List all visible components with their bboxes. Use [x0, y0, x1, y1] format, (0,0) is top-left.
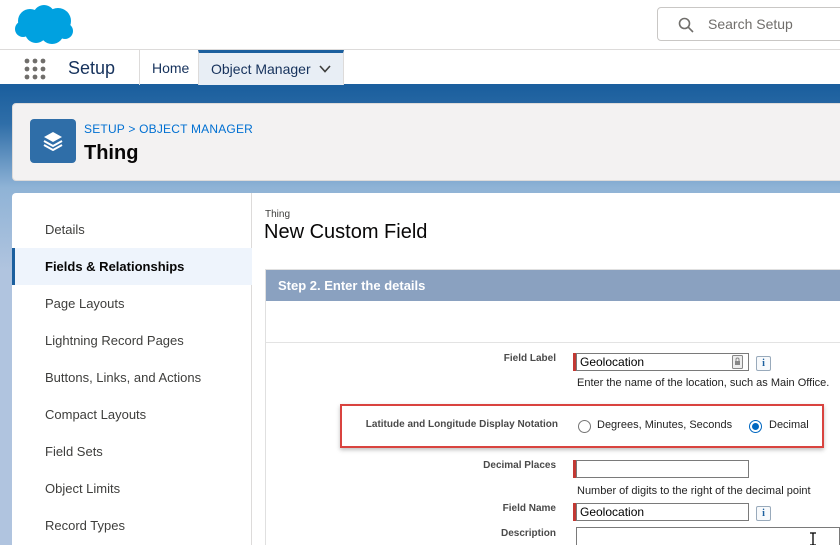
sidebar-item-field-sets[interactable]: Field Sets [12, 433, 252, 470]
radio-decimal[interactable] [749, 420, 762, 433]
decimal-places-label: Decimal Places [483, 460, 556, 471]
tab-object-manager[interactable]: Object Manager [198, 50, 344, 85]
sidebar-item-buttons-links-actions[interactable]: Buttons, Links, and Actions [12, 359, 252, 396]
info-icon[interactable]: i [756, 506, 771, 521]
field-label-input[interactable] [576, 353, 749, 371]
search-setup-box[interactable] [657, 7, 840, 41]
global-header [0, 0, 840, 50]
sidebar-item-lightning-record-pages[interactable]: Lightning Record Pages [12, 322, 252, 359]
step-header: Step 2. Enter the details [266, 270, 840, 301]
radio-degrees-label: Degrees, Minutes, Seconds [597, 419, 733, 431]
sidebar-item-compact-layouts[interactable]: Compact Layouts [12, 396, 252, 433]
nav-bar: Setup Home Object Manager [0, 50, 840, 87]
sidebar-item-page-layouts[interactable]: Page Layouts [12, 285, 252, 322]
field-name-input[interactable] [576, 503, 749, 521]
section-divider [266, 342, 840, 343]
sidebar-item-fields-relationships[interactable]: Fields & Relationships [12, 248, 252, 285]
search-input[interactable] [708, 15, 840, 33]
object-name: Thing [265, 209, 291, 220]
content-title: New Custom Field [264, 221, 428, 243]
field-name-label: Field Name [502, 503, 556, 514]
page-header: SETUP > OBJECT MANAGER Thing [12, 103, 840, 181]
chevron-down-icon[interactable] [319, 64, 331, 74]
app-name: Setup [68, 58, 116, 78]
page-title: Thing [84, 142, 139, 164]
breadcrumb-separator: > [128, 122, 136, 136]
tab-home[interactable]: Home [139, 50, 198, 85]
lock-icon [732, 355, 743, 369]
sidebar-item-details[interactable]: Details [12, 211, 252, 248]
salesforce-logo[interactable] [14, 4, 74, 46]
notation-label: Latitude and Longitude Display Notation [365, 419, 558, 430]
radio-degrees-minutes-seconds[interactable] [578, 420, 591, 433]
sidebar-item-object-limits[interactable]: Object Limits [12, 470, 252, 507]
description-textarea[interactable] [576, 527, 840, 545]
sidebar: Details Fields & Relationships Page Layo… [12, 193, 252, 545]
search-icon [678, 17, 694, 33]
radio-decimal-label: Decimal [769, 419, 809, 431]
notation-highlight-box: Latitude and Longitude Display Notation … [340, 404, 824, 448]
breadcrumb-setup[interactable]: SETUP [84, 122, 125, 136]
breadcrumb-object-manager[interactable]: OBJECT MANAGER [139, 122, 253, 136]
breadcrumb: SETUP > OBJECT MANAGER [84, 122, 253, 136]
info-icon[interactable]: i [756, 356, 771, 371]
decimal-places-input[interactable] [576, 460, 749, 478]
description-label: Description [500, 528, 556, 539]
tab-object-manager-label: Object Manager [211, 61, 311, 77]
object-icon [30, 119, 76, 163]
sidebar-item-record-types[interactable]: Record Types [12, 507, 252, 544]
app-launcher-icon[interactable] [24, 58, 46, 80]
field-label-label: Field Label [503, 353, 556, 364]
text-cursor-icon [810, 532, 816, 545]
layers-icon [43, 132, 63, 151]
field-label-help: Enter the name of the location, such as … [577, 377, 830, 389]
decimal-places-help: Number of digits to the right of the dec… [577, 485, 811, 497]
